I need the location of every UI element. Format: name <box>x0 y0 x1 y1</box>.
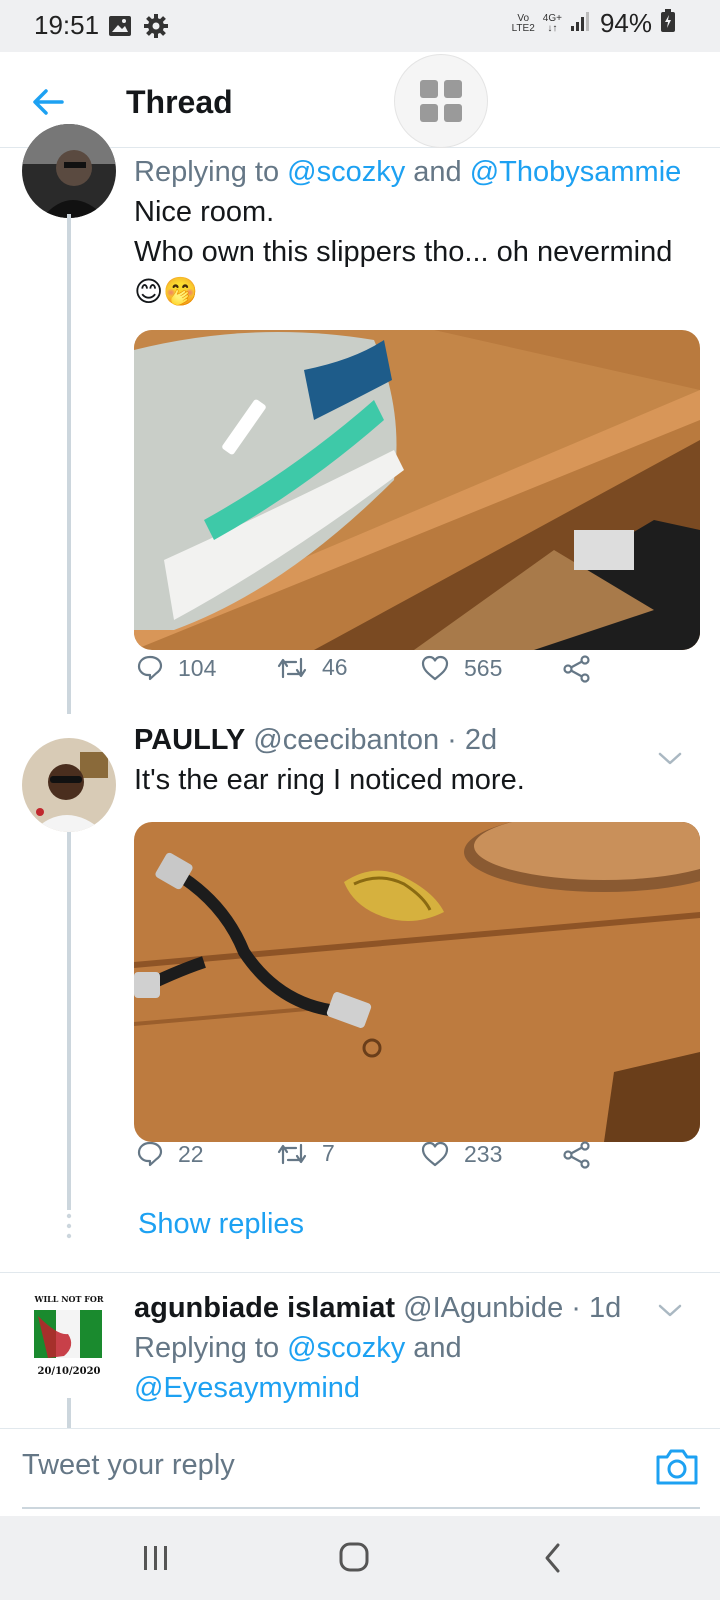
back-nav-button[interactable] <box>534 1540 574 1576</box>
mention-link[interactable]: @scozky <box>287 156 405 188</box>
show-replies-link[interactable]: Show replies <box>138 1208 304 1241</box>
arrow-left-icon <box>33 89 64 115</box>
tweet-text-line: Who own this slippers tho... oh nevermin… <box>134 236 673 268</box>
author-name: agunbiade islamiat <box>134 1292 396 1324</box>
mention-link[interactable]: @Eyesaymymind <box>134 1372 360 1404</box>
thread-line <box>67 832 71 1210</box>
signal-icon <box>570 10 592 37</box>
avatar[interactable] <box>22 124 116 218</box>
like-button[interactable]: 233 <box>420 1140 502 1168</box>
tweet-photo-bracelet[interactable] <box>134 822 700 1142</box>
retweet-button[interactable]: 46 <box>276 654 348 681</box>
author-handle: @IAgunbide <box>403 1292 564 1324</box>
network-label: Vo LTE2 <box>511 12 535 34</box>
reply-button[interactable]: 22 <box>136 1140 204 1168</box>
thread-line <box>67 214 71 714</box>
battery-percent: 94% <box>599 8 652 38</box>
floating-grid-button[interactable] <box>394 54 488 148</box>
reply-underline <box>22 1507 700 1509</box>
author-name: PAULLY <box>134 724 246 756</box>
tweet-time: 2d <box>464 724 498 756</box>
share-button[interactable] <box>562 1140 592 1170</box>
avatar-caption: WILL NOT FOR <box>34 1294 104 1304</box>
share-icon <box>563 1141 590 1169</box>
comment-icon <box>137 1141 163 1167</box>
tweet-author[interactable]: agunbiade islamiat @IAgunbide · 1d <box>134 1288 674 1328</box>
tweet-text-line: Nice room. <box>134 196 275 228</box>
grid-icon <box>420 80 462 122</box>
tweet-author[interactable]: PAULLY @ceecibanton · 2d <box>134 720 654 760</box>
battery-icon <box>660 9 676 38</box>
replying-to: Replying to @scozky and <box>134 1332 462 1364</box>
avatar[interactable]: WILL NOT FOR 20/10/2020 <box>28 1294 110 1384</box>
retweet-button[interactable]: 7 <box>276 1140 335 1167</box>
chevron-down-icon <box>658 752 682 765</box>
chevron-down-icon <box>658 1304 682 1317</box>
like-button[interactable]: 565 <box>420 654 502 682</box>
back-button[interactable] <box>28 82 68 122</box>
share-icon <box>563 655 590 683</box>
network-type: 4G+ ↓↑ <box>542 12 562 34</box>
camera-button[interactable] <box>654 1447 700 1487</box>
app-header: Thread <box>0 52 720 148</box>
tweet-text: It's the ear ring I noticed more. <box>134 764 525 796</box>
retweet-icon <box>277 657 307 678</box>
heart-icon <box>421 1141 449 1167</box>
replying-to: Replying to @scozky and @Thobysammie <box>134 156 682 188</box>
recents-icon <box>144 1546 167 1570</box>
tweet[interactable]: PAULLY @ceecibanton · 2d It's the ear ri… <box>0 714 720 1274</box>
status-bar: 19:51 Vo LTE2 4G+ ↓↑ 94% <box>0 0 720 52</box>
image-icon <box>108 15 132 42</box>
avatar-date: 20/10/2020 <box>37 1366 101 1377</box>
heart-icon <box>421 655 449 681</box>
retweet-icon <box>277 1143 307 1164</box>
tweet-time: 1d <box>588 1292 622 1324</box>
chevron-left-icon <box>545 1543 560 1573</box>
page-title: Thread <box>126 84 233 120</box>
tweet-photo-sneaker[interactable] <box>134 330 700 650</box>
share-button[interactable] <box>562 654 592 684</box>
tweet-menu-button[interactable] <box>656 748 684 768</box>
thread-line <box>67 1398 71 1428</box>
avatar[interactable] <box>22 738 116 832</box>
reply-button[interactable]: 104 <box>136 654 216 682</box>
tweet[interactable]: WILL NOT FOR 20/10/2020 agunbiade islami… <box>0 1274 720 1428</box>
home-icon <box>339 1542 369 1572</box>
home-button[interactable] <box>334 1540 374 1576</box>
reply-composer: Tweet your reply <box>0 1428 720 1516</box>
recent-apps-button[interactable] <box>136 1540 176 1576</box>
mention-link[interactable]: @Thobysammie <box>470 156 682 188</box>
divider <box>0 1272 720 1273</box>
comment-icon <box>137 655 163 681</box>
system-nav-bar <box>0 1516 720 1600</box>
author-handle: @ceecibanton <box>253 724 440 756</box>
reply-input[interactable]: Tweet your reply <box>22 1449 235 1482</box>
tweet-menu-button[interactable] <box>656 1300 684 1320</box>
tweet-actions: 104 46 565 <box>134 654 700 694</box>
thread-dots <box>66 1213 72 1239</box>
camera-icon <box>656 1449 698 1485</box>
nigeria-flag-icon <box>34 1310 102 1358</box>
tweet-actions: 22 7 233 <box>134 1140 700 1180</box>
tweet[interactable]: Replying to @scozky and @Thobysammie Nic… <box>0 124 720 714</box>
tweet-emoji: 😊🤭 <box>134 276 199 307</box>
status-time: 19:51 <box>34 10 100 40</box>
mention-link[interactable]: @scozky <box>287 1332 405 1364</box>
gear-icon <box>144 14 168 43</box>
